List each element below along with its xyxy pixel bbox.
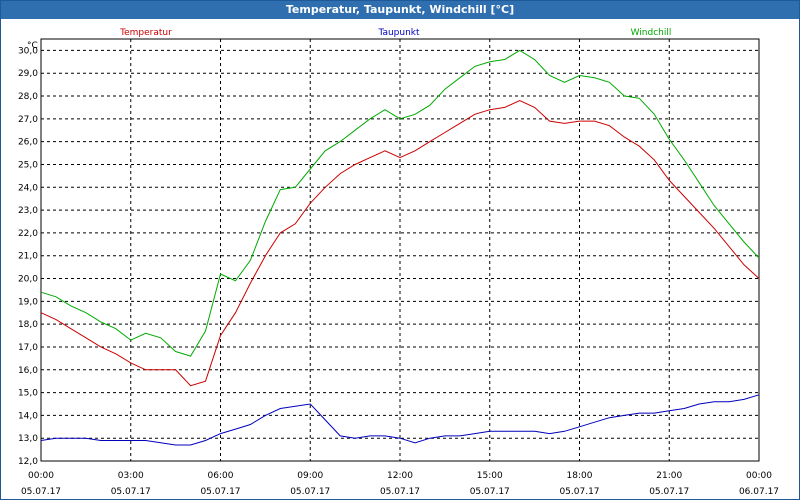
x-tick-time: 12:00 <box>387 471 413 481</box>
y-tick-label: 26,0 <box>18 138 38 148</box>
x-tick-time: 18:00 <box>567 471 593 481</box>
y-tick-label: 21,0 <box>18 252 38 262</box>
x-tick-date: 05.07.17 <box>21 487 61 497</box>
x-tick-time: 21:00 <box>656 471 682 481</box>
x-tick-time: 15:00 <box>477 471 503 481</box>
x-tick-time: 06:00 <box>208 471 234 481</box>
chart-canvas: 12,0 13,0 14,0 15,0 16,0 17,0 18,0 19,0 20,0 21,0… <box>18 28 779 497</box>
legend-taupunkt: Taupunkt <box>377 28 420 38</box>
x-tick-date: 05.07.17 <box>380 487 420 497</box>
x-tick-date: 05.07.17 <box>559 487 599 497</box>
y-tick-label: 24,0 <box>18 183 38 193</box>
x-tick-date: 05.07.17 <box>470 487 510 497</box>
x-tick-time: 09:00 <box>297 471 323 481</box>
x-tick-time: 00:00 <box>28 471 54 481</box>
x-tick-date: 05.07.17 <box>649 487 689 497</box>
y-tick-label: 22,0 <box>18 229 38 239</box>
y-tick-label: 19,0 <box>18 297 38 307</box>
y-tick-label: 20,0 <box>18 275 38 285</box>
y-tick-label: 17,0 <box>18 343 38 353</box>
x-tick-date: 06.07.17 <box>739 487 779 497</box>
x-tick-date: 05.07.17 <box>290 487 330 497</box>
y-tick-label: 28,0 <box>18 92 38 102</box>
y-tick-label: 23,0 <box>18 206 38 216</box>
legend-windchill: Windchill <box>631 28 672 38</box>
y-tick-label: 18,0 <box>18 320 38 330</box>
y-tick-label: 16,0 <box>18 366 38 376</box>
y-axis-unit: °C <box>27 41 38 51</box>
legend-temperatur: Temperatur <box>119 28 172 38</box>
chart-window: Temperatur, Taupunkt, Windchill [°C] 12,… <box>0 0 800 500</box>
y-tick-label: 27,0 <box>18 115 38 125</box>
x-tick-time: 00:00 <box>746 471 772 481</box>
y-tick-label: 15,0 <box>18 389 38 399</box>
x-tick-date: 05.07.17 <box>200 487 240 497</box>
y-tick-label: 12,0 <box>18 457 38 467</box>
x-tick-date: 05.07.17 <box>111 487 151 497</box>
y-tick-label: 13,0 <box>18 434 38 444</box>
y-tick-label: 29,0 <box>18 69 38 79</box>
x-tick-time: 03:00 <box>118 471 144 481</box>
y-tick-label: 14,0 <box>18 411 38 421</box>
y-tick-label: 25,0 <box>18 160 38 170</box>
